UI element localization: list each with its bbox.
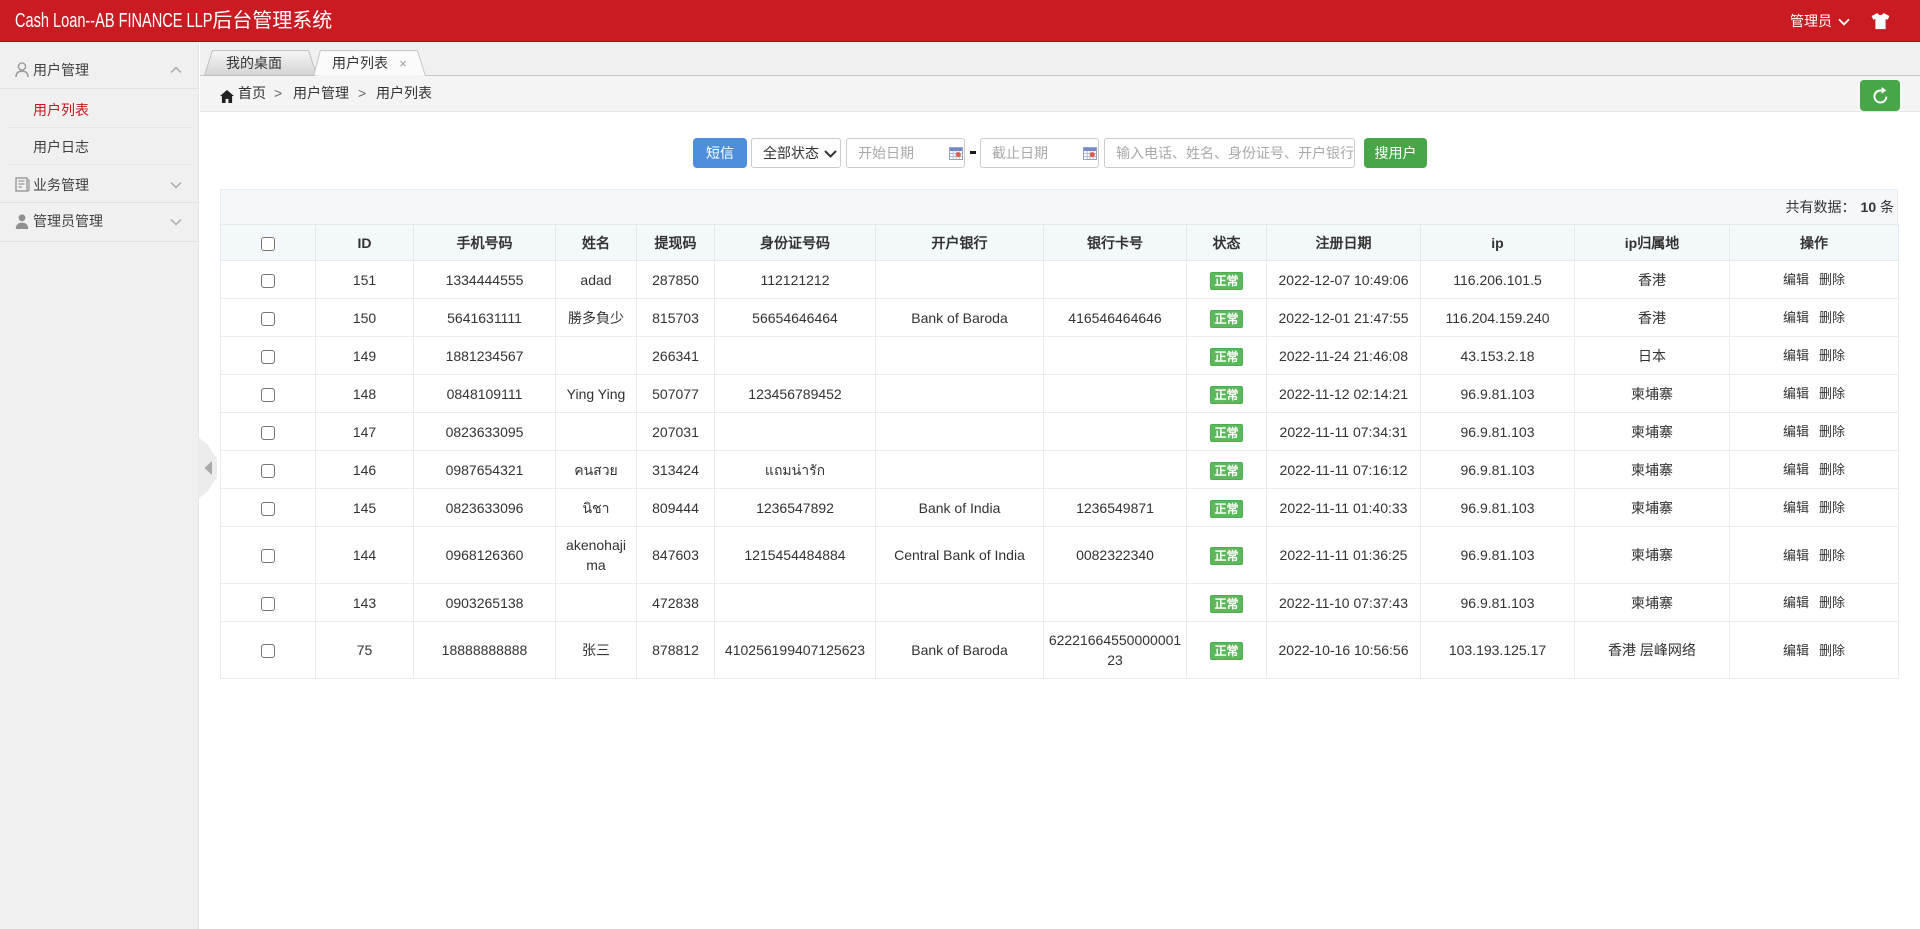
svg-text:×: × [399,56,407,71]
svg-text:用户列表: 用户列表 [332,55,388,71]
svg-text:我的桌面: 我的桌面 [226,55,282,71]
